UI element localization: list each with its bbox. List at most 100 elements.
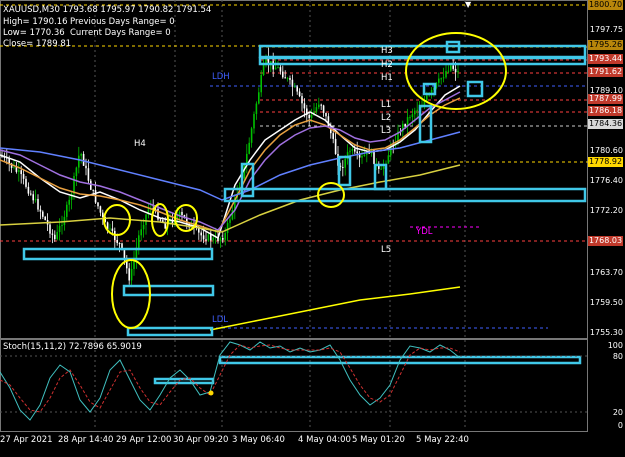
candle-body: [301, 96, 303, 104]
candle-body: [145, 214, 147, 225]
price-box: 1787.99: [588, 94, 623, 104]
candle-body: [303, 103, 306, 109]
time-tick: 29 Apr 12:00: [116, 435, 172, 445]
candle-body: [51, 233, 54, 235]
candle-body: [94, 190, 97, 203]
candle-body: [118, 243, 121, 245]
candle-body: [289, 78, 291, 80]
level-l2: L2: [381, 113, 392, 123]
candle-body: [416, 109, 418, 111]
candle-body: [382, 166, 385, 169]
candle-body: [349, 150, 351, 153]
candle-body: [409, 117, 411, 119]
candle-body: [87, 168, 90, 181]
high-label: High= 1790.16: [3, 17, 68, 27]
candle-body: [130, 268, 133, 281]
candle-body: [414, 110, 416, 115]
candle-body: [66, 204, 68, 217]
candle-body: [181, 211, 183, 216]
candle-body: [13, 166, 15, 168]
candle-body: [142, 224, 145, 230]
time-tick: 5 May 22:40: [416, 435, 469, 445]
candle-body: [279, 67, 282, 72]
price-box: 1800.70: [588, 0, 623, 10]
candle-body: [54, 234, 56, 240]
candle-body: [426, 95, 428, 101]
level-ydl: YDL: [416, 227, 433, 237]
candle-body: [30, 193, 32, 195]
candle-body: [260, 75, 262, 93]
candle-body: [387, 155, 390, 164]
price-tick: 1797.75: [589, 25, 623, 34]
price-tick: 1763.70: [589, 268, 623, 277]
price-tick: 1759.50: [589, 298, 623, 307]
candle-body: [284, 77, 286, 79]
candle-body: [294, 86, 296, 88]
candle-body: [61, 225, 63, 227]
candle-body: [250, 128, 253, 143]
low-label: Low= 1770.36: [3, 28, 65, 38]
candle-body: [90, 180, 92, 190]
level-l1: L1: [381, 100, 392, 110]
level-ldl: LDL: [212, 315, 229, 325]
candle-body: [15, 166, 18, 172]
level-h3: H3: [381, 46, 393, 56]
time-tick: 3 May 06:40: [232, 435, 285, 445]
level-h2: H2: [381, 60, 393, 70]
cyan-zones: [22, 40, 587, 385]
candle-body: [229, 219, 231, 223]
stoch-signal-dot: [208, 390, 214, 396]
level-h4: H4: [134, 139, 146, 149]
candle-body: [454, 68, 457, 73]
price-box: 1784.36: [588, 119, 623, 129]
level-l3: L3: [381, 126, 392, 136]
stochastic-indicator: [0, 341, 588, 421]
time-tick: 28 Apr 14:40: [58, 435, 114, 445]
candle-body: [34, 198, 37, 201]
candle-body: [344, 158, 346, 168]
previous-days-range: Previous Days Range= 0: [70, 17, 175, 27]
candle-body: [334, 138, 337, 155]
chart-shift-icon[interactable]: ▼: [465, 0, 471, 9]
stoch-tick: 0: [617, 421, 623, 430]
candle-body: [404, 123, 406, 126]
candle-body: [342, 167, 344, 169]
candle-body: [354, 149, 356, 152]
candle-body: [363, 154, 366, 156]
stoch-plot-frame: [0, 339, 588, 432]
price-tick: 1772.20: [589, 206, 623, 215]
candle-body: [325, 112, 327, 117]
candle-body: [205, 239, 207, 241]
time-tick: 27 Apr 2021: [0, 435, 53, 445]
stoch-label: Stoch(15,11,2) 72.7896 65.9019: [3, 342, 142, 352]
close-label: Close= 1789.81: [3, 39, 72, 49]
stoch-main-line: [0, 341, 461, 421]
candle-body: [322, 105, 325, 113]
candle-body: [308, 114, 310, 119]
candle-body: [73, 176, 75, 194]
candle-body: [27, 186, 30, 194]
candle-body: [159, 219, 162, 221]
candle-body: [291, 79, 294, 87]
price-box: 1786.18: [588, 106, 623, 116]
candle-body: [97, 202, 99, 207]
price-box: 1778.92: [588, 157, 623, 167]
candle-body: [298, 91, 301, 97]
candle-body: [253, 113, 255, 129]
candle-body: [452, 65, 454, 69]
candle-body: [258, 92, 260, 104]
candle-body: [445, 71, 447, 78]
price-tick: 1776.40: [589, 176, 623, 185]
candle-body: [80, 153, 82, 156]
candle-body: [37, 198, 39, 210]
stoch-tick: 100: [607, 341, 623, 350]
price-chart[interactable]: [0, 0, 625, 457]
candle-body: [25, 178, 27, 187]
candle-body: [282, 71, 284, 78]
price-tick: 1755.30: [589, 328, 623, 337]
candle-body: [42, 211, 44, 217]
stoch-tick: 80: [612, 352, 623, 361]
candle-body: [255, 103, 258, 114]
price-box: 1793.44: [588, 54, 623, 64]
candle-body: [20, 170, 22, 175]
